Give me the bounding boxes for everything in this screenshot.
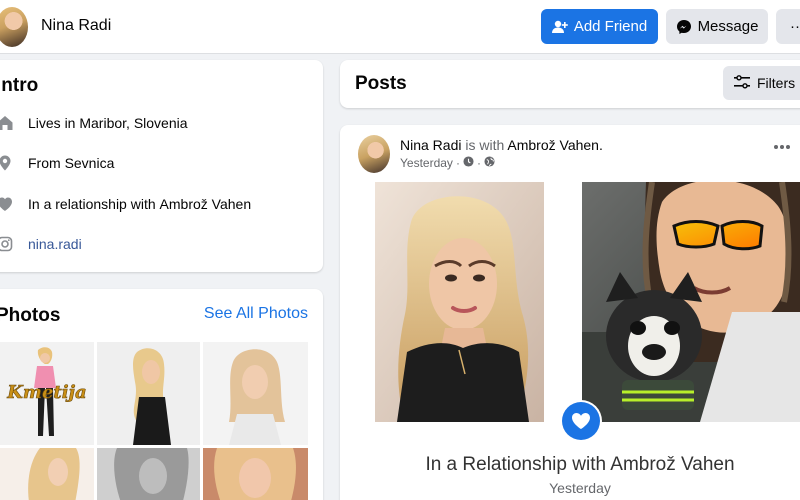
photo-thumbnail[interactable]: Kmetija (0, 342, 94, 445)
post-card: Nina Radi is with Ambrož Vahen. Yesterda… (340, 125, 800, 500)
dot (774, 145, 778, 149)
add-friend-icon (551, 20, 568, 34)
posts-title: Posts (355, 73, 407, 94)
profile-name[interactable]: Nina Radi (41, 17, 111, 35)
intro-title: Intro (0, 75, 39, 96)
profile-header-bar: Nina Radi Add Friend Message ··· (0, 0, 800, 54)
lives-in-value[interactable]: Maribor, Slovenia (79, 115, 187, 131)
photo-thumbnail[interactable] (97, 448, 200, 500)
heart-icon (0, 195, 14, 213)
filters-button[interactable]: Filters (723, 66, 800, 100)
heart-icon (562, 402, 600, 440)
post-with-text: is with (461, 137, 508, 153)
relationship-partner[interactable]: Ambrož Vahen (160, 196, 252, 212)
photo-thumbnail[interactable] (203, 448, 308, 500)
relationship-badge (560, 400, 602, 442)
from-prefix: From (28, 155, 61, 171)
home-icon (0, 114, 14, 132)
posts-header-card: Posts Filters (340, 60, 800, 108)
dot (780, 145, 784, 149)
intro-relationship: In a relationship with Ambrož Vahen (0, 193, 251, 215)
messenger-icon (676, 19, 692, 35)
instagram-link[interactable]: nina.radi (28, 236, 82, 252)
meta-separator: · (455, 156, 460, 170)
more-dots-icon: ··· (790, 18, 800, 35)
dot (786, 145, 790, 149)
see-all-photos-link[interactable]: See All Photos (204, 305, 308, 323)
photos-card: Photos See All Photos Kmetija (0, 289, 323, 500)
more-options-button[interactable]: ··· (776, 9, 800, 44)
filters-icon (734, 74, 750, 92)
intro-lives-in: Lives in Maribor, Slovenia (0, 112, 188, 134)
meta-separator: · (476, 156, 481, 170)
post-tagged-name[interactable]: Ambrož Vahen (507, 137, 599, 153)
intro-from: From Sevnica (0, 152, 114, 174)
intro-card: Intro Lives in Maribor, Slovenia From Se… (0, 60, 323, 272)
location-pin-icon (0, 154, 14, 172)
intro-instagram: nina.radi (0, 233, 82, 255)
post-header: Nina Radi is with Ambrož Vahen. (400, 137, 603, 153)
post-options-button[interactable] (774, 145, 790, 151)
add-friend-button[interactable]: Add Friend (541, 9, 658, 44)
photo-thumbnail[interactable] (203, 342, 308, 445)
filters-label: Filters (757, 75, 796, 91)
from-value[interactable]: Sevnica (65, 155, 115, 171)
post-timestamp[interactable]: Yesterday (400, 156, 453, 170)
relationship-prefix: In a relationship with (28, 196, 156, 212)
post-author-name[interactable]: Nina Radi (400, 137, 461, 153)
message-label: Message (697, 18, 759, 35)
post-photos (340, 179, 800, 422)
lives-in-prefix: Lives in (28, 115, 76, 131)
life-event-title: In a Relationship with Ambrož Vahen (425, 454, 735, 475)
post-period: . (598, 137, 603, 153)
post-meta: Yesterday · · (400, 156, 495, 170)
post-photo-ambroz-dog[interactable] (582, 179, 800, 422)
kmetija-logo-text: Kmetija (6, 382, 86, 403)
globe-icon (484, 156, 495, 170)
post-author-avatar[interactable] (358, 135, 390, 173)
add-friend-label: Add Friend (573, 18, 648, 35)
clock-icon (463, 156, 474, 170)
life-event-date: Yesterday (549, 480, 611, 496)
photos-title: Photos (0, 305, 61, 326)
photo-thumbnail[interactable] (0, 448, 94, 500)
message-button[interactable]: Message (666, 9, 768, 44)
photo-thumbnail[interactable] (97, 342, 200, 445)
profile-avatar[interactable] (0, 7, 28, 47)
instagram-icon (0, 235, 14, 253)
post-photo-nina[interactable] (375, 182, 544, 422)
